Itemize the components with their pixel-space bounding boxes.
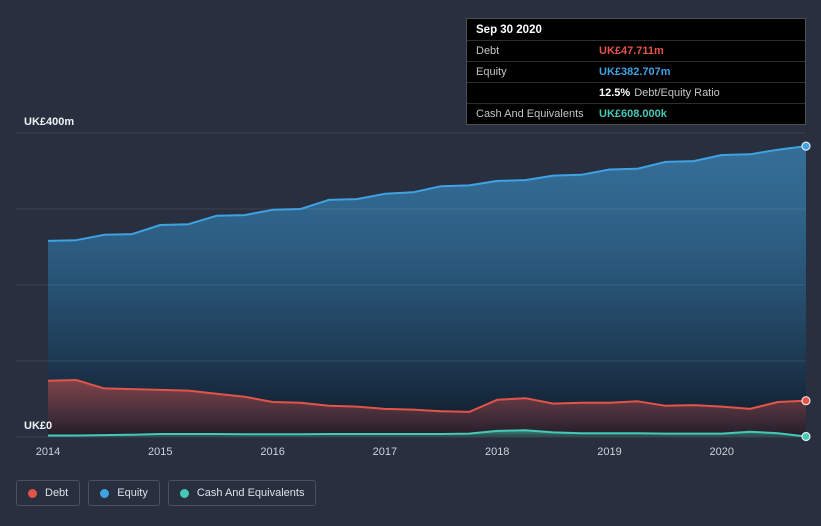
- tooltip-debt-label: Debt: [476, 45, 599, 57]
- legend-label-cash: Cash And Equivalents: [197, 487, 305, 499]
- tooltip-ratio-row: 12.5% Debt/Equity Ratio: [467, 83, 805, 104]
- tooltip-cash-row: Cash And Equivalents UK£608.000k: [467, 104, 805, 124]
- y-axis-label-top: UK£400m: [24, 116, 74, 128]
- chart-legend: Debt Equity Cash And Equivalents: [16, 480, 316, 506]
- x-tick-label-2020: 2020: [710, 446, 734, 458]
- debt-equity-history-panel: 2014 2015 2016 2017 2018 2019 2020 UK£400m UK£…: [0, 0, 821, 526]
- tooltip-ratio-value: 12.5% Debt/Equity Ratio: [599, 87, 720, 99]
- legend-item-equity[interactable]: Equity: [88, 480, 160, 506]
- tooltip-ratio-percent: 12.5%: [599, 87, 630, 99]
- debt-dot-icon: [28, 489, 37, 498]
- x-tick-label-2015: 2015: [148, 446, 172, 458]
- tooltip-ratio-text: Debt/Equity Ratio: [634, 87, 720, 99]
- debt-end-dot: [802, 397, 810, 405]
- tooltip-equity-row: Equity UK£382.707m: [467, 62, 805, 83]
- legend-label-debt: Debt: [45, 487, 68, 499]
- tooltip-debt-value: UK£47.711m: [599, 45, 664, 57]
- cash-end-dot: [802, 433, 810, 441]
- tooltip-date: Sep 30 2020: [467, 19, 805, 41]
- x-tick-label-2016: 2016: [260, 446, 284, 458]
- tooltip-debt-row: Debt UK£47.711m: [467, 41, 805, 62]
- equity-end-dot: [802, 142, 810, 150]
- equity-dot-icon: [100, 489, 109, 498]
- tooltip-equity-label: Equity: [476, 66, 599, 78]
- chart-tooltip: Sep 30 2020 Debt UK£47.711m Equity UK£38…: [466, 18, 806, 125]
- legend-label-equity: Equity: [117, 487, 148, 499]
- x-tick-label-2018: 2018: [485, 446, 509, 458]
- y-axis-label-bottom: UK£0: [24, 420, 52, 432]
- x-tick-label-2019: 2019: [597, 446, 621, 458]
- x-tick-label-2014: 2014: [36, 446, 60, 458]
- legend-item-debt[interactable]: Debt: [16, 480, 80, 506]
- x-tick-label-2017: 2017: [373, 446, 397, 458]
- tooltip-cash-value: UK£608.000k: [599, 108, 667, 120]
- tooltip-equity-value: UK£382.707m: [599, 66, 671, 78]
- legend-item-cash[interactable]: Cash And Equivalents: [168, 480, 317, 506]
- cash-dot-icon: [180, 489, 189, 498]
- tooltip-cash-label: Cash And Equivalents: [476, 108, 599, 120]
